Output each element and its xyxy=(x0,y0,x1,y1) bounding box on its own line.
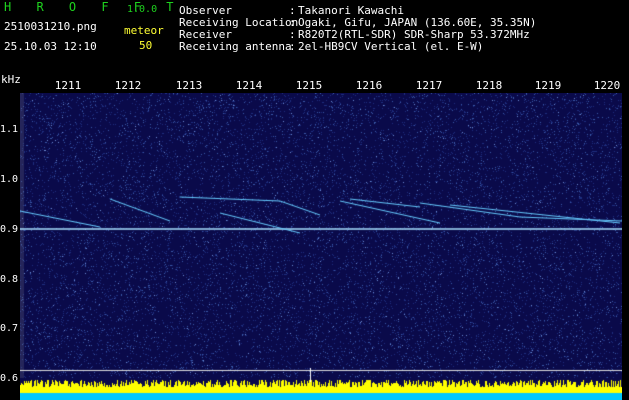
date-time: 25.10.03 12:10 xyxy=(4,40,97,53)
time-tick-label: 1217 xyxy=(415,79,443,92)
version-label: 1.0.0 xyxy=(127,4,158,15)
time-tick-label: 1212 xyxy=(114,79,142,92)
info-value-antenna: 2el-HB9CV Vertical (el. E-W) xyxy=(298,40,484,53)
freq-tick-label: 1.0 xyxy=(0,174,19,185)
time-tick-label: 1213 xyxy=(175,79,203,92)
freq-tick-label: 0.8 xyxy=(0,274,19,285)
time-tick-label: 1211 xyxy=(54,79,82,92)
time-tick-label: 1218 xyxy=(475,79,503,92)
info-label-antenna: Receiving antenna xyxy=(179,40,292,53)
freq-tick-label: 0.9 xyxy=(0,224,19,235)
time-tick-label: 1214 xyxy=(235,79,263,92)
time-tick-label: 1219 xyxy=(534,79,562,92)
freq-tick-label: 0.6 xyxy=(0,373,19,384)
meteor-count: 50 xyxy=(139,39,153,52)
spectrogram-canvas xyxy=(20,93,622,400)
time-tick-label: 1215 xyxy=(295,79,323,92)
info-sep: : xyxy=(289,40,296,53)
freq-tick-label: 1.1 xyxy=(0,124,19,135)
freq-unit-label: kHz xyxy=(1,73,21,86)
freq-tick-label: 0.7 xyxy=(0,323,19,334)
mode-label: meteor xyxy=(124,24,164,37)
time-tick-label: 1216 xyxy=(355,79,383,92)
file-name: 2510031210.png xyxy=(4,20,97,33)
time-tick-label: 1220 xyxy=(593,79,621,92)
